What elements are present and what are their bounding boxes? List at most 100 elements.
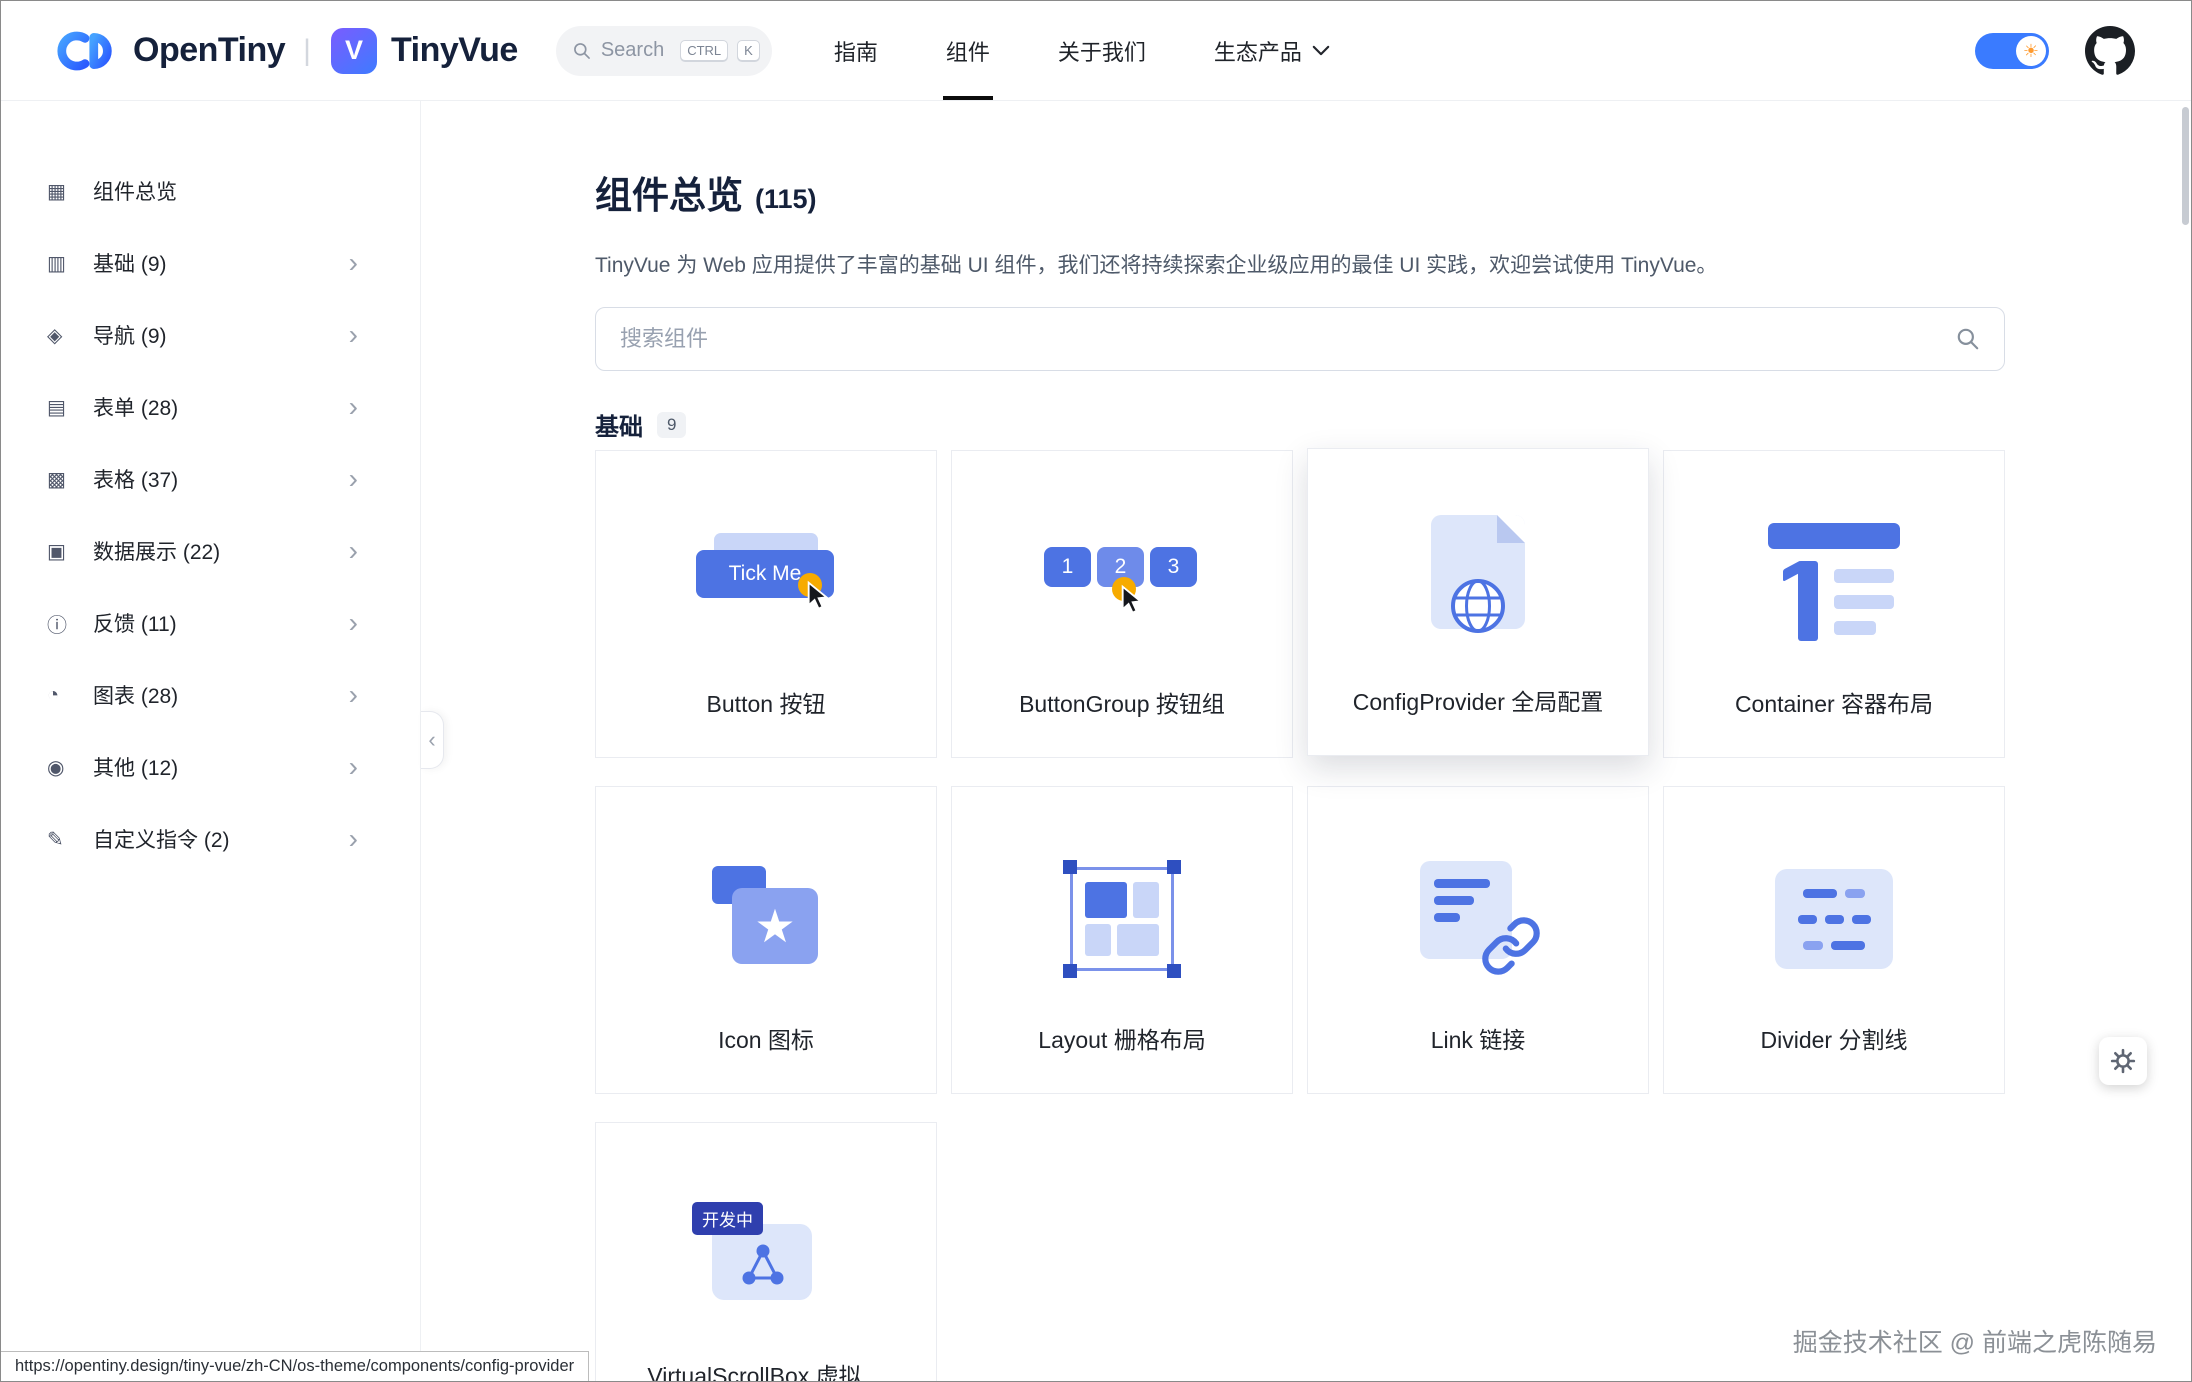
sun-icon: ☀ (2023, 42, 2039, 60)
feedback-info-icon: ⓘ (47, 609, 83, 638)
component-search (595, 307, 2005, 371)
configprovider-illustration (1403, 515, 1553, 647)
card-label: ButtonGroup 按钮组 (1019, 685, 1225, 719)
card-label: Divider 分割线 (1761, 1021, 1908, 1055)
form-icon: ▤ (47, 395, 83, 420)
data-display-icon: ▣ (47, 539, 83, 564)
page-title-row: 组件总览 (115) (595, 165, 2005, 219)
card-button[interactable]: Tick Me Button 按钮 (595, 450, 937, 758)
sidebar-collapse-handle[interactable]: ‹ (421, 711, 444, 769)
opentiny-brand-text: OpenTiny (133, 31, 285, 70)
link-illustration (1414, 861, 1542, 977)
search-icon[interactable] (1955, 326, 1981, 352)
navigation-icon: ◈ (47, 323, 83, 348)
star-icon: ★ (754, 899, 795, 953)
card-virtualscrollbox[interactable]: 开发中 VirtualScrollBox 虚拟… (595, 1122, 937, 1381)
card-label: Button 按钮 (707, 685, 826, 719)
nav-ecosystem[interactable]: 生态产品 (1214, 1, 1330, 100)
component-count: (115) (755, 184, 817, 215)
sidebar-item-form[interactable]: ▤ 表单 (28) › (1, 371, 420, 443)
sidebar: ▦ 组件总览 ▥ 基础 (9) › ◈ 导航 (9) › ▤ 表单 (28) ›… (1, 101, 421, 1381)
page-subtitle: TinyVue 为 Web 应用提供了丰富的基础 UI 组件，我们还将持续探索企… (595, 249, 2005, 279)
divider-illustration (1775, 869, 1893, 969)
card-label: Layout 栅格布局 (1038, 1021, 1205, 1055)
keycap-ctrl: CTRL (680, 40, 728, 61)
buttongroup-illustration: 1 2 3 (1042, 537, 1202, 629)
nav-ecosystem-label: 生态产品 (1214, 35, 1302, 67)
gear-icon (2110, 1048, 2136, 1074)
scrollbar-thumb[interactable] (2182, 107, 2189, 225)
nav-components[interactable]: 组件 (946, 1, 990, 100)
watermark: 掘金技术社区 @ 前端之虎陈随易 (1793, 1323, 2157, 1359)
tinyvue-logo-icon: V (331, 28, 377, 74)
tinyvue-logo[interactable]: V TinyVue (331, 28, 518, 74)
opentiny-logo[interactable]: OpenTiny (53, 28, 285, 74)
card-icon[interactable]: ★ Icon 图标 (595, 786, 937, 1094)
container-illustration (1768, 523, 1900, 643)
chain-link-icon (1480, 915, 1542, 977)
search-icon (572, 41, 592, 61)
basic-icon: ▥ (47, 251, 83, 276)
theme-toggle[interactable]: ☀ (1975, 33, 2049, 69)
component-search-input[interactable] (595, 307, 2005, 371)
card-label: Icon 图标 (718, 1021, 814, 1055)
section-title: 基础 (595, 407, 643, 442)
icon-illustration: ★ (706, 866, 826, 972)
section-basic-header: 基础 9 (595, 407, 2005, 442)
nav-about[interactable]: 关于我们 (1058, 1, 1146, 100)
sidebar-item-basic[interactable]: ▥ 基础 (9) › (1, 227, 420, 299)
button-illustration: Tick Me (696, 533, 836, 633)
sidebar-item-feedback[interactable]: ⓘ 反馈 (11) › (1, 587, 420, 659)
card-container[interactable]: Container 容器布局 (1663, 450, 2005, 758)
chart-pie-icon: ◔ (47, 684, 83, 707)
sidebar-item-directives[interactable]: ✎ 自定义指令 (2) › (1, 803, 420, 875)
tinyvue-brand-text: TinyVue (391, 31, 518, 70)
section-count-badge: 9 (657, 412, 686, 438)
card-configprovider[interactable]: ConfigProvider 全局配置 (1307, 448, 1649, 756)
sidebar-item-table[interactable]: ▩ 表格 (37) › (1, 443, 420, 515)
header-search[interactable]: Search CTRL K (556, 26, 772, 76)
chevron-right-icon: › (349, 537, 358, 565)
sidebar-item-overview[interactable]: ▦ 组件总览 (1, 155, 420, 227)
chevron-right-icon: › (349, 825, 358, 853)
card-buttongroup[interactable]: 1 2 3 ButtonGroup 按钮组 (951, 450, 1293, 758)
group-button-1: 1 (1044, 547, 1091, 587)
sidebar-item-others[interactable]: ◉ 其他 (12) › (1, 731, 420, 803)
component-grid: Tick Me Button 按钮 1 2 3 (595, 450, 2005, 1381)
table-icon: ▩ (47, 467, 83, 492)
card-link[interactable]: Link 链接 (1307, 786, 1649, 1094)
virtualscrollbox-illustration: 开发中 (704, 1202, 828, 1308)
chevron-right-icon: › (349, 249, 358, 277)
card-label: Link 链接 (1431, 1021, 1526, 1055)
chevron-right-icon: › (349, 465, 358, 493)
opentiny-logo-icon (53, 28, 119, 74)
status-url-text: https://opentiny.design/tiny-vue/zh-CN/o… (15, 1357, 574, 1376)
theme-toggle-knob: ☀ (2016, 36, 2046, 66)
card-label: ConfigProvider 全局配置 (1353, 683, 1604, 717)
header-search-placeholder: Search (601, 39, 671, 62)
card-label: Container 容器布局 (1735, 685, 1933, 719)
nav-guide[interactable]: 指南 (834, 1, 878, 100)
in-development-badge: 开发中 (692, 1202, 763, 1235)
card-layout[interactable]: Layout 栅格布局 (951, 786, 1293, 1094)
settings-button[interactable] (2099, 1037, 2147, 1085)
globe-icon (1449, 577, 1507, 635)
card-label: VirtualScrollBox 虚拟… (647, 1357, 884, 1381)
main-content: 组件总览 (115) TinyVue 为 Web 应用提供了丰富的基础 UI 组… (421, 101, 2191, 1381)
sidebar-item-data-display[interactable]: ▣ 数据展示 (22) › (1, 515, 420, 587)
others-icon: ◉ (47, 755, 83, 780)
app-window: OpenTiny | V TinyVue Search CTRL K 指南 组件… (0, 0, 2192, 1382)
sidebar-item-chart[interactable]: ◔ 图表 (28) › (1, 659, 420, 731)
chevron-right-icon: › (349, 321, 358, 349)
tinyvue-logo-letter: V (345, 35, 363, 66)
main-nav: 指南 组件 关于我们 生态产品 (834, 1, 1330, 100)
group-button-3: 3 (1150, 547, 1197, 587)
github-link[interactable] (2085, 26, 2135, 76)
page-title: 组件总览 (595, 165, 743, 219)
chevron-down-icon (1312, 45, 1330, 56)
card-divider[interactable]: Divider 分割线 (1663, 786, 2005, 1094)
brand-divider: | (303, 34, 311, 68)
chevron-right-icon: › (349, 609, 358, 637)
sidebar-item-navigation[interactable]: ◈ 导航 (9) › (1, 299, 420, 371)
chevron-right-icon: › (349, 681, 358, 709)
